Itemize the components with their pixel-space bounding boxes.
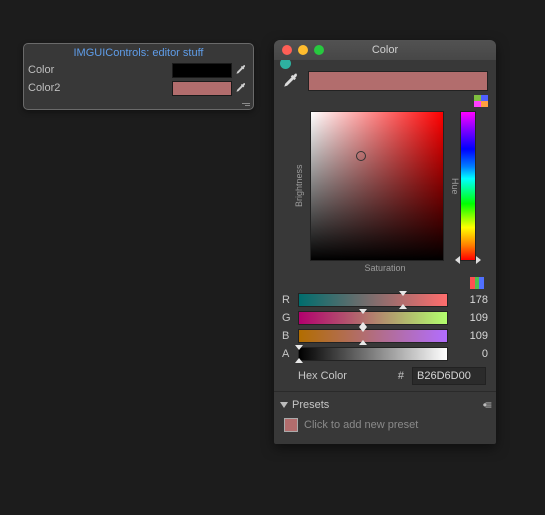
eyedropper-icon[interactable]: [235, 64, 247, 76]
a-slider[interactable]: [298, 347, 448, 361]
b-value[interactable]: 109: [454, 330, 488, 342]
b-slider[interactable]: [298, 329, 448, 343]
hue-slider[interactable]: [460, 111, 476, 261]
eyedropper-icon[interactable]: [282, 72, 300, 90]
sv-cursor-icon[interactable]: [356, 151, 366, 161]
field-label-color: Color: [28, 64, 133, 76]
presets-label: Presets: [292, 399, 329, 411]
r-value[interactable]: 178: [454, 294, 488, 306]
presets-add-row[interactable]: Click to add new preset: [284, 418, 488, 432]
hash-icon: #: [398, 370, 404, 382]
foldout-icon[interactable]: [280, 402, 288, 408]
slider-handle-icon[interactable]: [359, 309, 367, 314]
field-label-color2: Color2: [28, 82, 133, 94]
a-label: A: [282, 348, 292, 360]
hue-handle-icon[interactable]: [476, 256, 481, 264]
slider-handle-icon[interactable]: [359, 327, 367, 332]
preview-row: [282, 71, 488, 91]
g-value[interactable]: 109: [454, 312, 488, 324]
window-titlebar[interactable]: Color: [274, 40, 496, 60]
b-label: B: [282, 330, 292, 342]
zoom-window-button[interactable]: [314, 45, 324, 55]
slider-handle-icon[interactable]: [359, 340, 367, 345]
a-slider-row: A 0: [282, 347, 488, 361]
hex-input[interactable]: [412, 367, 486, 385]
color-picker-window: Color Brightness Hue Saturatio: [274, 40, 496, 444]
divider: [274, 391, 496, 392]
saturation-brightness-field[interactable]: [310, 111, 444, 261]
color-swatch[interactable]: [172, 63, 232, 78]
traffic-lights: [274, 45, 324, 55]
resize-grip-icon[interactable]: [240, 101, 250, 107]
slider-mode-icon[interactable]: [470, 277, 484, 289]
inspector-window: IMGUIControls: editor stuff Color Color2: [23, 43, 254, 110]
brightness-axis-label: Brightness: [294, 111, 304, 261]
color-preview-swatch: [308, 71, 488, 91]
color2-field-row: Color2: [24, 79, 253, 97]
presets-header[interactable]: Presets •≡: [280, 398, 490, 412]
hex-label: Hex Color: [298, 370, 347, 382]
slider-handle-icon[interactable]: [295, 358, 303, 363]
r-label: R: [282, 294, 292, 306]
a-value[interactable]: 0: [454, 348, 488, 360]
presets-menu-icon[interactable]: •≡: [483, 398, 490, 412]
color2-field-controls: [133, 81, 247, 96]
color2-swatch[interactable]: [172, 81, 232, 96]
close-window-button[interactable]: [282, 45, 292, 55]
hex-row: Hex Color #: [298, 367, 486, 385]
hue-handle-icon[interactable]: [455, 256, 460, 264]
r-slider[interactable]: [298, 293, 448, 307]
r-slider-row: R 178: [282, 293, 488, 307]
color-field-controls: [133, 63, 247, 78]
eyedropper-icon[interactable]: [235, 82, 247, 94]
minimize-window-button[interactable]: [298, 45, 308, 55]
inspector-title: IMGUIControls: editor stuff: [24, 44, 253, 61]
slider-handle-icon[interactable]: [399, 304, 407, 309]
picker-mode-icon[interactable]: [474, 95, 488, 107]
g-slider-row: G 109: [282, 311, 488, 325]
presets-add-label: Click to add new preset: [304, 419, 418, 431]
b-slider-row: B 109: [282, 329, 488, 343]
slider-handle-icon[interactable]: [295, 345, 303, 350]
color-picker-body: Brightness Hue Saturation R 178: [274, 60, 496, 444]
g-slider[interactable]: [298, 311, 448, 325]
current-preset-chip-icon[interactable]: [284, 418, 298, 432]
g-label: G: [282, 312, 292, 324]
slider-mode-row: [282, 277, 484, 289]
picker-mode-row: [282, 95, 488, 107]
sv-hue-area: Brightness Hue: [294, 111, 476, 261]
saturation-axis-label: Saturation: [282, 263, 488, 273]
slider-handle-icon[interactable]: [399, 291, 407, 296]
color-field-row: Color: [24, 61, 253, 79]
hue-axis-label: Hue: [450, 111, 460, 261]
